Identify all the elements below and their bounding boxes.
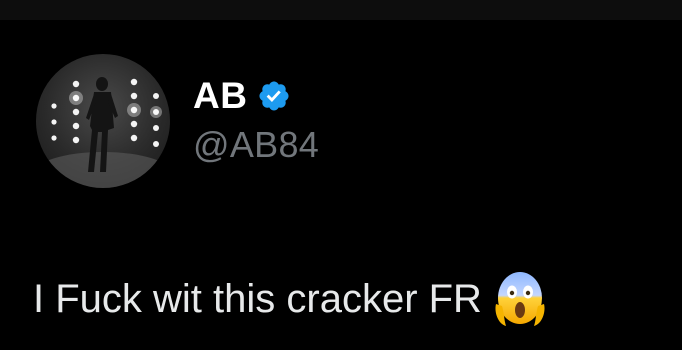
tweet-body: I Fuck wit this cracker FR xyxy=(33,277,482,321)
avatar-photo xyxy=(36,77,170,188)
face-screaming-in-fear-icon xyxy=(494,270,546,328)
top-strip xyxy=(0,0,682,20)
avatar[interactable] xyxy=(36,54,170,188)
tweet-text: I Fuck wit this cracker FR xyxy=(33,270,546,328)
user-handle[interactable]: @AB84 xyxy=(193,125,319,165)
display-name[interactable]: AB xyxy=(193,75,247,117)
author-block[interactable]: AB @AB84 xyxy=(193,75,319,165)
verified-badge-icon xyxy=(257,79,291,113)
name-row: AB xyxy=(193,75,319,117)
tweet-card[interactable]: AB @AB84 I Fuck wit this cracker FR xyxy=(0,20,682,350)
